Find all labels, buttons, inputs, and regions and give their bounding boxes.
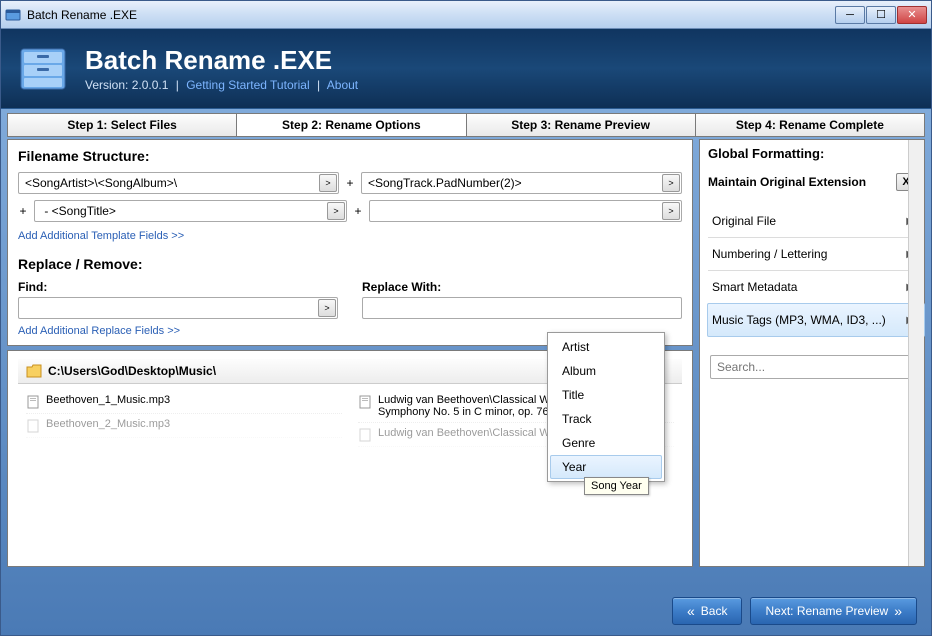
find-dropdown[interactable]: > [318,299,336,317]
category-original-file[interactable]: Original File ▶ [708,205,924,238]
category-label: Numbering / Lettering [712,247,827,261]
filename-structure-section: Filename Structure: > + > + [7,139,693,346]
find-input[interactable] [19,298,317,318]
submenu-year[interactable]: Year [550,455,662,479]
template-field-1-dropdown[interactable]: > [319,174,337,192]
preview-original-column: Beethoven_1_Music.mp3 Beethoven_2_Music.… [18,384,350,558]
close-button[interactable]: ✕ [897,6,927,24]
global-formatting-panel: Global Formatting: Maintain Original Ext… [699,139,925,567]
about-link[interactable]: About [327,78,358,92]
back-button-label: Back [701,604,728,618]
back-button[interactable]: « Back [672,597,742,625]
category-numbering[interactable]: Numbering / Lettering ▶ [708,238,924,271]
step-4-tab[interactable]: Step 4: Rename Complete [696,114,924,136]
global-formatting-heading: Global Formatting: [708,146,924,167]
plus-separator: + [345,176,355,190]
template-field-3-dropdown[interactable]: > [327,202,345,220]
step-tabs: Step 1: Select Files Step 2: Rename Opti… [7,113,925,137]
window-titlebar: Batch Rename .EXE ─ ☐ ✕ [1,1,931,29]
category-label: Original File [712,214,776,228]
plus-separator: + [353,204,363,218]
add-replace-fields-link[interactable]: Add Additional Replace Fields >> [18,325,180,337]
preview-path: C:\Users\God\Desktop\Music\ [48,364,216,378]
scrollbar[interactable] [908,140,924,566]
template-field-3[interactable] [35,201,326,221]
chevron-right-icon: » [894,604,902,618]
submenu-artist[interactable]: Artist [550,335,662,359]
music-tags-submenu: Artist Album Title Track Genre Year [547,332,665,482]
submenu-album[interactable]: Album [550,359,662,383]
submenu-genre[interactable]: Genre [550,431,662,455]
minimize-button[interactable]: ─ [835,6,865,24]
file-icon [358,428,372,442]
category-label: Smart Metadata [712,280,797,294]
version-value: 2.0.0.1 [132,78,169,92]
maintain-extension-label: Maintain Original Extension [708,175,866,189]
list-item[interactable]: Beethoven_2_Music.mp3 [26,414,342,438]
window-title: Batch Rename .EXE [27,8,835,22]
original-filename: Beethoven_2_Music.mp3 [46,418,170,430]
step-2-tab[interactable]: Step 2: Rename Options [237,114,466,136]
submenu-track[interactable]: Track [550,407,662,431]
tooltip: Song Year [584,477,649,495]
template-field-2[interactable] [362,173,661,193]
category-smart-metadata[interactable]: Smart Metadata ▶ [708,271,924,304]
folder-icon [26,364,42,378]
next-button-label: Next: Rename Preview [765,604,888,618]
tutorial-link[interactable]: Getting Started Tutorial [186,78,309,92]
chevron-left-icon: « [687,604,695,618]
next-button[interactable]: Next: Rename Preview » [750,597,917,625]
template-field-2-dropdown[interactable]: > [662,174,680,192]
file-icon [26,395,40,409]
category-label: Music Tags (MP3, WMA, ID3, ...) [712,313,886,327]
search-input[interactable] [710,355,916,379]
replace-with-input[interactable] [363,298,681,318]
submenu-title[interactable]: Title [550,383,662,407]
filename-structure-heading: Filename Structure: [18,148,682,164]
find-label: Find: [18,280,338,294]
list-item[interactable]: Beethoven_1_Music.mp3 [26,390,342,414]
plus-separator: + [18,204,28,218]
maximize-button[interactable]: ☐ [866,6,896,24]
category-music-tags[interactable]: Music Tags (MP3, WMA, ID3, ...) ▶ [707,303,925,337]
template-field-4[interactable] [370,201,661,221]
template-field-1[interactable] [19,173,318,193]
app-banner: Batch Rename .EXE Version: 2.0.0.1 | Get… [1,29,931,109]
file-icon [358,395,372,409]
app-title: Batch Rename .EXE [85,45,358,76]
replace-with-label: Replace With: [362,280,682,294]
original-filename: Beethoven_1_Music.mp3 [46,394,170,406]
replace-remove-heading: Replace / Remove: [18,256,682,272]
step-1-tab[interactable]: Step 1: Select Files [8,114,237,136]
app-icon [5,7,21,23]
step-3-tab[interactable]: Step 3: Rename Preview [467,114,696,136]
cabinet-icon [15,41,71,97]
version-label: Version: [85,78,128,92]
file-icon [26,419,40,433]
template-field-4-dropdown[interactable]: > [662,202,680,220]
add-template-fields-link[interactable]: Add Additional Template Fields >> [18,230,184,242]
